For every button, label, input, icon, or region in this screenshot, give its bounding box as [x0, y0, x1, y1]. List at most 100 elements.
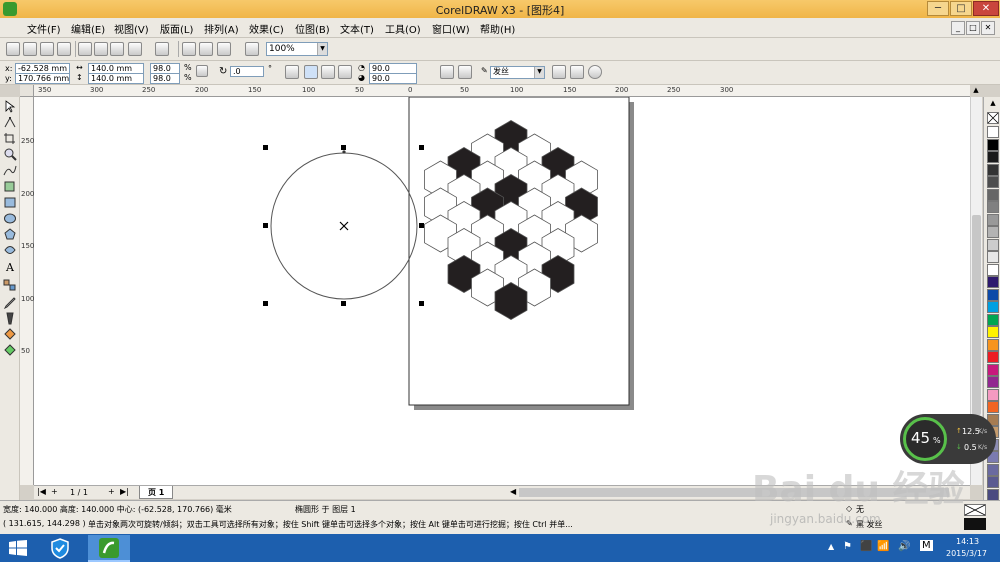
menu-effects[interactable]: 效果(C)	[249, 21, 284, 36]
chevron-down-icon[interactable]: ▼	[317, 43, 327, 55]
selection-handle[interactable]	[419, 145, 424, 150]
color-swatch[interactable]	[987, 188, 999, 201]
menu-arrange[interactable]: 排列(A)	[204, 21, 239, 36]
add-page-after-icon[interactable]: +	[108, 487, 115, 496]
selection-handle[interactable]	[419, 301, 424, 306]
menu-file[interactable]: 文件(F)	[27, 21, 61, 36]
redo-icon[interactable]	[155, 42, 169, 56]
selection-handle[interactable]	[341, 145, 346, 150]
color-swatch[interactable]	[987, 138, 999, 151]
selection-handle[interactable]	[263, 145, 268, 150]
import-icon[interactable]	[182, 42, 196, 56]
color-swatch[interactable]	[987, 276, 999, 288]
zoom-combo[interactable]: 100% ▼	[266, 42, 328, 56]
fill-indicator-none-icon[interactable]	[964, 504, 986, 516]
mirror-icon[interactable]	[285, 65, 299, 79]
input-method-indicator[interactable]: M	[920, 540, 933, 551]
tray-flag-icon[interactable]: ⚑	[843, 541, 852, 552]
taskbar-coreldraw-button[interactable]	[88, 535, 130, 562]
scroll-up-icon[interactable]: ▲	[971, 86, 981, 96]
color-swatch[interactable]	[987, 226, 999, 238]
eyedropper-tool-icon[interactable]	[3, 296, 17, 310]
close-button[interactable]: ✕	[973, 1, 999, 16]
color-swatch[interactable]	[987, 176, 999, 188]
copy-icon[interactable]	[94, 42, 108, 56]
outline-tool-icon[interactable]	[3, 312, 17, 325]
rotation-angle-field[interactable]: .0	[230, 66, 264, 77]
color-swatch[interactable]	[987, 388, 999, 401]
color-swatch[interactable]	[987, 338, 999, 351]
basic-shapes-tool-icon[interactable]	[3, 244, 17, 257]
height-field[interactable]: 140.0 mm	[88, 73, 144, 84]
outline-width-combo[interactable]: 发丝 ▼	[490, 66, 545, 79]
color-swatch[interactable]	[987, 476, 999, 488]
scroll-left-icon[interactable]: ◀	[510, 487, 516, 496]
color-swatch[interactable]	[987, 401, 999, 413]
color-swatch[interactable]	[987, 288, 999, 301]
pick-tool-icon[interactable]	[3, 100, 17, 113]
tray-expand-icon[interactable]: ▲	[828, 542, 834, 551]
clock-date[interactable]: 2015/3/17	[946, 549, 987, 558]
interactive-fill-tool-icon[interactable]	[3, 344, 17, 357]
print-icon[interactable]	[57, 42, 71, 56]
lock-ratio-icon[interactable]	[196, 65, 208, 77]
wrap-text-icon[interactable]	[458, 65, 472, 79]
color-swatch[interactable]	[987, 126, 999, 138]
cut-icon[interactable]	[78, 42, 92, 56]
color-swatch[interactable]	[987, 201, 999, 213]
selection-handle[interactable]	[419, 223, 424, 228]
ellipse-node[interactable]	[342, 150, 346, 154]
color-swatch[interactable]	[987, 251, 999, 263]
ellipse-shape-icon[interactable]	[304, 65, 318, 79]
color-swatch[interactable]	[987, 313, 999, 326]
ruler-origin[interactable]	[20, 85, 34, 97]
ellipse-tool-icon[interactable]	[3, 212, 17, 225]
tab-page-1[interactable]: 页 1	[139, 486, 174, 499]
fill-tool-icon[interactable]	[3, 328, 17, 341]
color-swatch[interactable]	[987, 326, 999, 338]
text-tool-icon[interactable]: A	[3, 260, 17, 274]
doc-minimize-button[interactable]: _	[951, 21, 965, 35]
crop-tool-icon[interactable]	[3, 132, 17, 145]
pie-shape-icon[interactable]	[321, 65, 335, 79]
selection-handle[interactable]	[263, 301, 268, 306]
convert-to-curves-icon[interactable]	[552, 65, 566, 79]
palette-scroll-up-icon[interactable]: ▲	[987, 99, 999, 109]
shape-tool-icon[interactable]	[3, 116, 17, 129]
color-swatch[interactable]	[987, 301, 999, 313]
selection-handle[interactable]	[341, 301, 346, 306]
menu-layout[interactable]: 版面(L)	[160, 21, 193, 36]
menu-edit[interactable]: 编辑(E)	[71, 21, 105, 36]
first-page-icon[interactable]: |◀	[37, 487, 46, 496]
color-swatch[interactable]	[987, 213, 999, 226]
color-swatch[interactable]	[987, 463, 999, 476]
menu-bitmaps[interactable]: 位图(B)	[295, 21, 330, 36]
color-swatch[interactable]	[987, 151, 999, 163]
new-icon[interactable]	[6, 42, 20, 56]
horizontal-ruler[interactable]: 350 300 250 200 150 100 50 0 50 100 150 …	[20, 85, 970, 97]
menu-view[interactable]: 视图(V)	[114, 21, 149, 36]
doc-restore-button[interactable]: □	[966, 21, 980, 35]
color-swatch[interactable]	[987, 376, 999, 388]
open-icon[interactable]	[23, 42, 37, 56]
vertical-scroll-thumb[interactable]	[972, 215, 981, 415]
minimize-button[interactable]: ─	[927, 1, 949, 16]
end-angle-field[interactable]: 90.0	[369, 73, 417, 84]
menu-help[interactable]: 帮助(H)	[480, 21, 515, 36]
save-icon[interactable]	[40, 42, 54, 56]
application-launcher-icon[interactable]	[217, 42, 231, 56]
network-icon[interactable]: 📶	[877, 541, 889, 552]
direction-icon[interactable]	[440, 65, 454, 79]
menu-window[interactable]: 窗口(W)	[432, 21, 470, 36]
vertical-ruler[interactable]: 250 200 150 100 50	[20, 97, 34, 485]
y-position-field[interactable]: 170.766 mm	[15, 73, 70, 84]
menu-tools[interactable]: 工具(O)	[385, 21, 421, 36]
security-shield-icon[interactable]	[50, 538, 70, 559]
color-swatch[interactable]	[987, 363, 999, 376]
no-color-swatch[interactable]	[987, 112, 999, 124]
color-swatch[interactable]	[987, 263, 999, 276]
clock-time[interactable]: 14:13	[956, 537, 979, 546]
undo-icon[interactable]	[128, 42, 142, 56]
rectangle-tool-icon[interactable]	[3, 196, 17, 209]
paste-icon[interactable]	[110, 42, 124, 56]
